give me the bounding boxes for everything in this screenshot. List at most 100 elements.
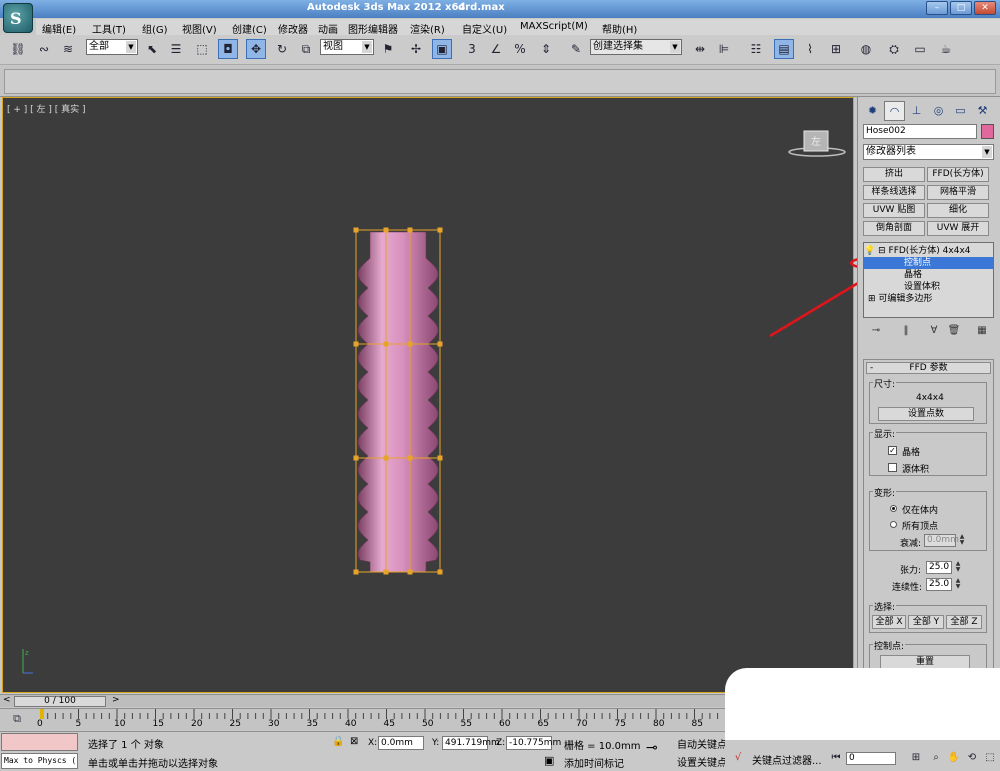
pan-icon[interactable]: ✋ <box>946 751 962 765</box>
maximize-viewport-icon[interactable]: ⬚ <box>982 751 998 765</box>
rotate-icon[interactable]: ↻ <box>272 39 292 59</box>
rect-region-icon[interactable]: ⬚ <box>192 39 212 59</box>
link-icon[interactable]: ⛓ <box>8 39 28 59</box>
app-logo-icon[interactable]: S <box>3 3 33 33</box>
create-tab-icon[interactable]: ✹ <box>862 101 883 121</box>
bulb-icon[interactable]: 💡 <box>864 246 875 256</box>
stack-subitem-set-volume[interactable]: 设置体积 <box>864 281 993 293</box>
spinner-arrows-icon[interactable]: ▲ ▼ <box>954 578 962 591</box>
y-coord-field[interactable]: 491.719mm <box>442 736 500 750</box>
viewport-left[interactable]: [ + ] [ 左 ] [ 真实 ] 左 z <box>2 97 854 693</box>
menu-maxscript[interactable]: MAXScript(M) <box>520 21 588 32</box>
keyboard-shortcut-icon[interactable]: ▣ <box>432 39 452 59</box>
object-name-field[interactable]: Hose002 <box>863 124 977 139</box>
minimize-button[interactable]: – <box>926 1 948 15</box>
x-coord-field[interactable]: 0.0mm <box>378 736 424 750</box>
manipulate-icon[interactable]: ✢ <box>406 39 426 59</box>
curve-editor-icon[interactable]: ⌇ <box>800 39 820 59</box>
time-config-icon[interactable]: ⊞ <box>908 751 924 765</box>
angle-snap-icon[interactable]: ∠ <box>486 39 506 59</box>
motion-tab-icon[interactable]: ◎ <box>928 101 949 121</box>
falloff-spinner[interactable]: 0.0mm <box>924 534 959 547</box>
menu-animation[interactable]: 动画 <box>318 21 338 36</box>
absolute-mode-icon[interactable]: ⊠ <box>350 736 358 747</box>
maxscript-listener-white[interactable]: Max to Physcs ( <box>1 753 78 769</box>
schematic-icon[interactable]: ⊞ <box>826 39 846 59</box>
lattice-checkbox[interactable]: ✓ <box>888 446 897 455</box>
ribbon-toggle-icon[interactable]: ▤ <box>774 39 794 59</box>
tension-spinner[interactable]: 25.0 <box>926 561 952 574</box>
menu-customize[interactable]: 自定义(U) <box>462 21 507 36</box>
stack-subitem-control-points[interactable]: 控制点 <box>864 257 993 269</box>
menu-edit[interactable]: 编辑(E) <box>42 21 76 36</box>
prev-frame-icon[interactable]: < <box>3 695 11 705</box>
edit-named-sets-icon[interactable]: ✎ <box>566 39 586 59</box>
all-vertices-radio[interactable] <box>890 521 897 528</box>
show-end-result-icon[interactable]: ‖ <box>899 324 913 338</box>
modify-tab-icon[interactable]: ◠ <box>884 101 905 121</box>
menu-group[interactable]: 组(G) <box>142 21 168 36</box>
current-frame-field[interactable]: 0 <box>846 752 896 765</box>
set-key-icon[interactable]: ⊸ <box>646 740 658 756</box>
menu-tools[interactable]: 工具(T) <box>92 21 126 36</box>
mini-curve-editor-icon[interactable]: ⧉ <box>4 712 30 726</box>
extrude-button[interactable]: 挤出 <box>863 167 925 182</box>
spinner-snap-icon[interactable]: ⇕ <box>536 39 556 59</box>
menu-views[interactable]: 视图(V) <box>182 21 217 36</box>
continuity-spinner[interactable]: 25.0 <box>926 578 952 591</box>
track-bar[interactable]: ⧉ 0 5 10 15 20 25 30 35 40 45 50 55 60 65 70 75 80 85 <box>0 708 725 730</box>
modifier-list-dropdown[interactable]: 修改器列表 ▼ <box>863 144 994 160</box>
close-button[interactable]: ✕ <box>974 1 996 15</box>
tessellate-button[interactable]: 细化 <box>927 203 989 218</box>
unwrap-uvw-button[interactable]: UVW 展开 <box>927 221 989 236</box>
select-icon[interactable]: ⬉ <box>142 39 162 59</box>
menu-modifiers[interactable]: 修改器 <box>278 21 308 36</box>
spinner-arrows-icon[interactable]: ▲ ▼ <box>958 534 966 547</box>
expand-icon[interactable]: ⊞ <box>868 294 876 304</box>
window-crossing-icon[interactable]: ◘ <box>218 39 238 59</box>
only-in-volume-radio[interactable] <box>890 505 897 512</box>
next-frame-icon[interactable]: > <box>112 695 120 705</box>
reset-button[interactable]: 重置 <box>880 655 970 669</box>
pivot-icon[interactable]: ⚑ <box>378 39 398 59</box>
key-mode-icon[interactable]: √ <box>730 751 746 765</box>
z-coord-field[interactable]: -10.775mm <box>506 736 561 750</box>
reference-coord-dropdown[interactable]: 视图 ▼ <box>320 39 374 55</box>
render-icon[interactable]: ☕ <box>936 39 956 59</box>
zoom-icon[interactable]: ⌕ <box>928 751 944 765</box>
maxscript-listener-pink[interactable] <box>1 733 78 751</box>
lock-icon[interactable]: 🔒 <box>332 736 344 747</box>
key-filters-button[interactable]: 关键点过滤器... <box>752 752 822 767</box>
hose-object[interactable] <box>348 226 448 578</box>
layer-icon[interactable]: ☷ <box>746 39 766 59</box>
named-selection-dropdown[interactable]: 创建选择集 ▼ <box>590 39 682 55</box>
utilities-tab-icon[interactable]: ⚒ <box>972 101 993 121</box>
material-editor-icon[interactable]: ◍ <box>856 39 876 59</box>
stack-item-edit-poly[interactable]: ⊞ 可编辑多边形 <box>864 293 993 305</box>
spline-select-button[interactable]: 样条线选择 <box>863 185 925 200</box>
configure-sets-icon[interactable]: ▦ <box>975 324 989 338</box>
move-icon[interactable]: ✥ <box>246 39 266 59</box>
set-key-button[interactable]: 设置关键点 <box>677 754 727 769</box>
time-slider[interactable]: < 0 / 100 > <box>0 694 725 707</box>
render-setup-icon[interactable]: ⛭ <box>884 39 904 59</box>
make-unique-icon[interactable]: ∀ <box>927 324 941 338</box>
select-by-name-icon[interactable]: ☰ <box>166 39 186 59</box>
select-all-z-button[interactable]: 全部 Z <box>946 615 982 629</box>
go-to-start-icon[interactable]: ⏮ <box>828 751 844 765</box>
menu-help[interactable]: 帮助(H) <box>602 21 637 36</box>
unlink-icon[interactable]: ∾ <box>34 39 54 59</box>
percent-snap-icon[interactable]: % <box>510 39 530 59</box>
scale-icon[interactable]: ⧉ <box>296 39 316 59</box>
render-frame-icon[interactable]: ▭ <box>910 39 930 59</box>
bind-spacewarp-icon[interactable]: ≋ <box>58 39 78 59</box>
object-color-swatch[interactable] <box>981 124 994 139</box>
uvw-map-button[interactable]: UVW 贴图 <box>863 203 925 218</box>
select-all-x-button[interactable]: 全部 X <box>872 615 906 629</box>
mirror-icon[interactable]: ⇹ <box>690 39 710 59</box>
spinner-arrows-icon[interactable]: ▲ ▼ <box>954 561 962 574</box>
viewcube[interactable]: 左 <box>787 128 847 158</box>
stack-subitem-lattice[interactable]: 晶格 <box>864 269 993 281</box>
meshsmooth-button[interactable]: 网格平滑 <box>927 185 989 200</box>
time-slider-thumb[interactable]: 0 / 100 <box>14 696 106 707</box>
